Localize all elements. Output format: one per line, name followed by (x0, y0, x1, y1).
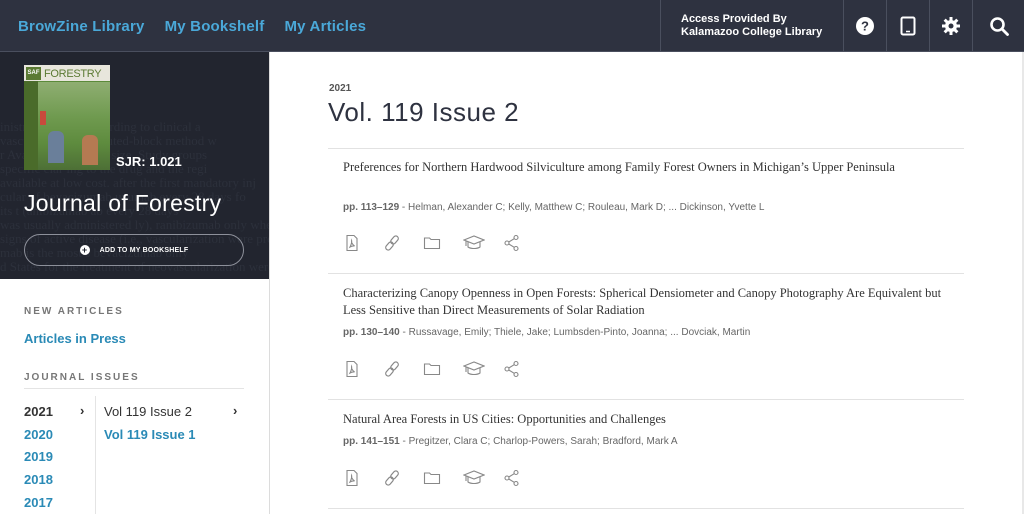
year-item-2017[interactable]: 2017 (24, 495, 53, 510)
year-issue-divider (95, 396, 96, 514)
journal-cover-image[interactable]: SAF FORESTRY (24, 65, 110, 170)
share-icon[interactable] (503, 469, 521, 487)
sjr-score: SJR: 1.021 (116, 154, 182, 169)
tablet-icon (900, 16, 916, 36)
share-icon[interactable] (503, 360, 521, 378)
pdf-icon[interactable] (343, 469, 361, 487)
devices-button[interactable] (887, 0, 930, 52)
pdf-icon[interactable] (343, 234, 361, 252)
article-meta: pp. 130–140 - Russavage, Emily; Thiele, … (343, 327, 751, 338)
access-line-1: Access Provided By (681, 13, 787, 25)
year-item-2018[interactable]: 2018 (24, 472, 53, 487)
gear-icon (942, 17, 960, 35)
article-title[interactable]: Natural Area Forests in US Cities: Oppor… (343, 411, 943, 428)
search-icon (989, 17, 1009, 36)
year-item-2020[interactable]: 2020 (24, 427, 53, 442)
nav-browzine-library[interactable]: BrowZine Library (18, 18, 145, 35)
divider (328, 148, 964, 149)
add-to-bookshelf-button[interactable]: + ADD TO MY BOOKSHELF (24, 234, 244, 266)
new-articles-heading: NEW ARTICLES (24, 306, 124, 317)
article-authors: Pregitzer, Clara C; Charlop-Powers, Sara… (408, 436, 678, 447)
help-button[interactable]: ? (844, 0, 887, 52)
article-meta: pp. 113–129 - Helman, Alexander C; Kelly… (343, 202, 765, 213)
year-item-2021[interactable]: 2021 (24, 404, 53, 419)
issue-content: 2021 Vol. 119 Issue 2 Preferences for No… (271, 52, 1024, 514)
plus-icon: + (79, 245, 90, 255)
svg-text:?: ? (861, 19, 869, 34)
top-navigation-bar: BrowZine Library My Bookshelf My Article… (0, 0, 1024, 52)
link-icon[interactable] (383, 234, 401, 252)
pdf-icon[interactable] (343, 360, 361, 378)
chevron-right-icon: › (233, 403, 238, 418)
folder-icon[interactable] (423, 469, 441, 487)
academic-cap-icon[interactable] (462, 234, 486, 252)
add-to-bookshelf-label: ADD TO MY BOOKSHELF (99, 246, 189, 254)
divider (328, 508, 964, 509)
article-pages: pp. 130–140 (343, 327, 400, 338)
help-icon: ? (856, 17, 874, 35)
search-button[interactable] (973, 0, 1024, 52)
journal-title: Journal of Forestry (24, 190, 222, 216)
share-icon[interactable] (503, 234, 521, 252)
access-library-name: Kalamazoo College Library (681, 26, 823, 38)
saf-logo: SAF (26, 67, 41, 80)
settings-button[interactable] (930, 0, 973, 52)
link-icon[interactable] (383, 360, 401, 378)
journal-sidebar: inistra ulat ified according to clinical… (0, 52, 270, 514)
folder-icon[interactable] (423, 234, 441, 252)
academic-cap-icon[interactable] (462, 469, 486, 487)
issue-title: Vol. 119 Issue 2 (328, 97, 520, 127)
year-item-2019[interactable]: 2019 (24, 449, 53, 464)
article-actions (343, 360, 521, 378)
issue-year: 2021 (329, 83, 352, 94)
academic-cap-icon[interactable] (462, 360, 486, 378)
cover-title: FORESTRY (44, 68, 102, 80)
divider (328, 399, 964, 400)
article-authors: Russavage, Emily; Thiele, Jake; Lumbsden… (408, 327, 751, 338)
article-pages: pp. 141–151 (343, 436, 400, 447)
article-actions (343, 234, 521, 252)
journal-header: inistra ulat ified according to clinical… (0, 52, 269, 279)
nav-my-bookshelf[interactable]: My Bookshelf (165, 18, 265, 35)
article-title[interactable]: Characterizing Canopy Openness in Open F… (343, 285, 943, 319)
link-icon[interactable] (383, 469, 401, 487)
issue-item-vol119-issue1[interactable]: Vol 119 Issue 1 (104, 427, 196, 442)
articles-in-press-link[interactable]: Articles in Press (24, 331, 126, 346)
divider (328, 273, 964, 274)
chevron-right-icon: › (80, 403, 85, 418)
access-provided-by[interactable]: Access Provided By Kalamazoo College Lib… (660, 0, 844, 52)
issues-divider (24, 388, 244, 389)
issue-item-vol119-issue2[interactable]: Vol 119 Issue 2 (104, 404, 192, 419)
article-title[interactable]: Preferences for Northern Hardwood Silvic… (343, 159, 943, 176)
article-meta: pp. 141–151 - Pregitzer, Clara C; Charlo… (343, 436, 678, 447)
article-authors: Helman, Alexander C; Kelly, Matthew C; R… (408, 202, 765, 213)
nav-my-articles[interactable]: My Articles (284, 18, 366, 35)
journal-issues-heading: JOURNAL ISSUES (24, 372, 140, 383)
article-pages: pp. 113–129 (343, 202, 400, 213)
primary-nav: BrowZine Library My Bookshelf My Article… (18, 0, 366, 52)
article-actions (343, 469, 521, 487)
folder-icon[interactable] (423, 360, 441, 378)
